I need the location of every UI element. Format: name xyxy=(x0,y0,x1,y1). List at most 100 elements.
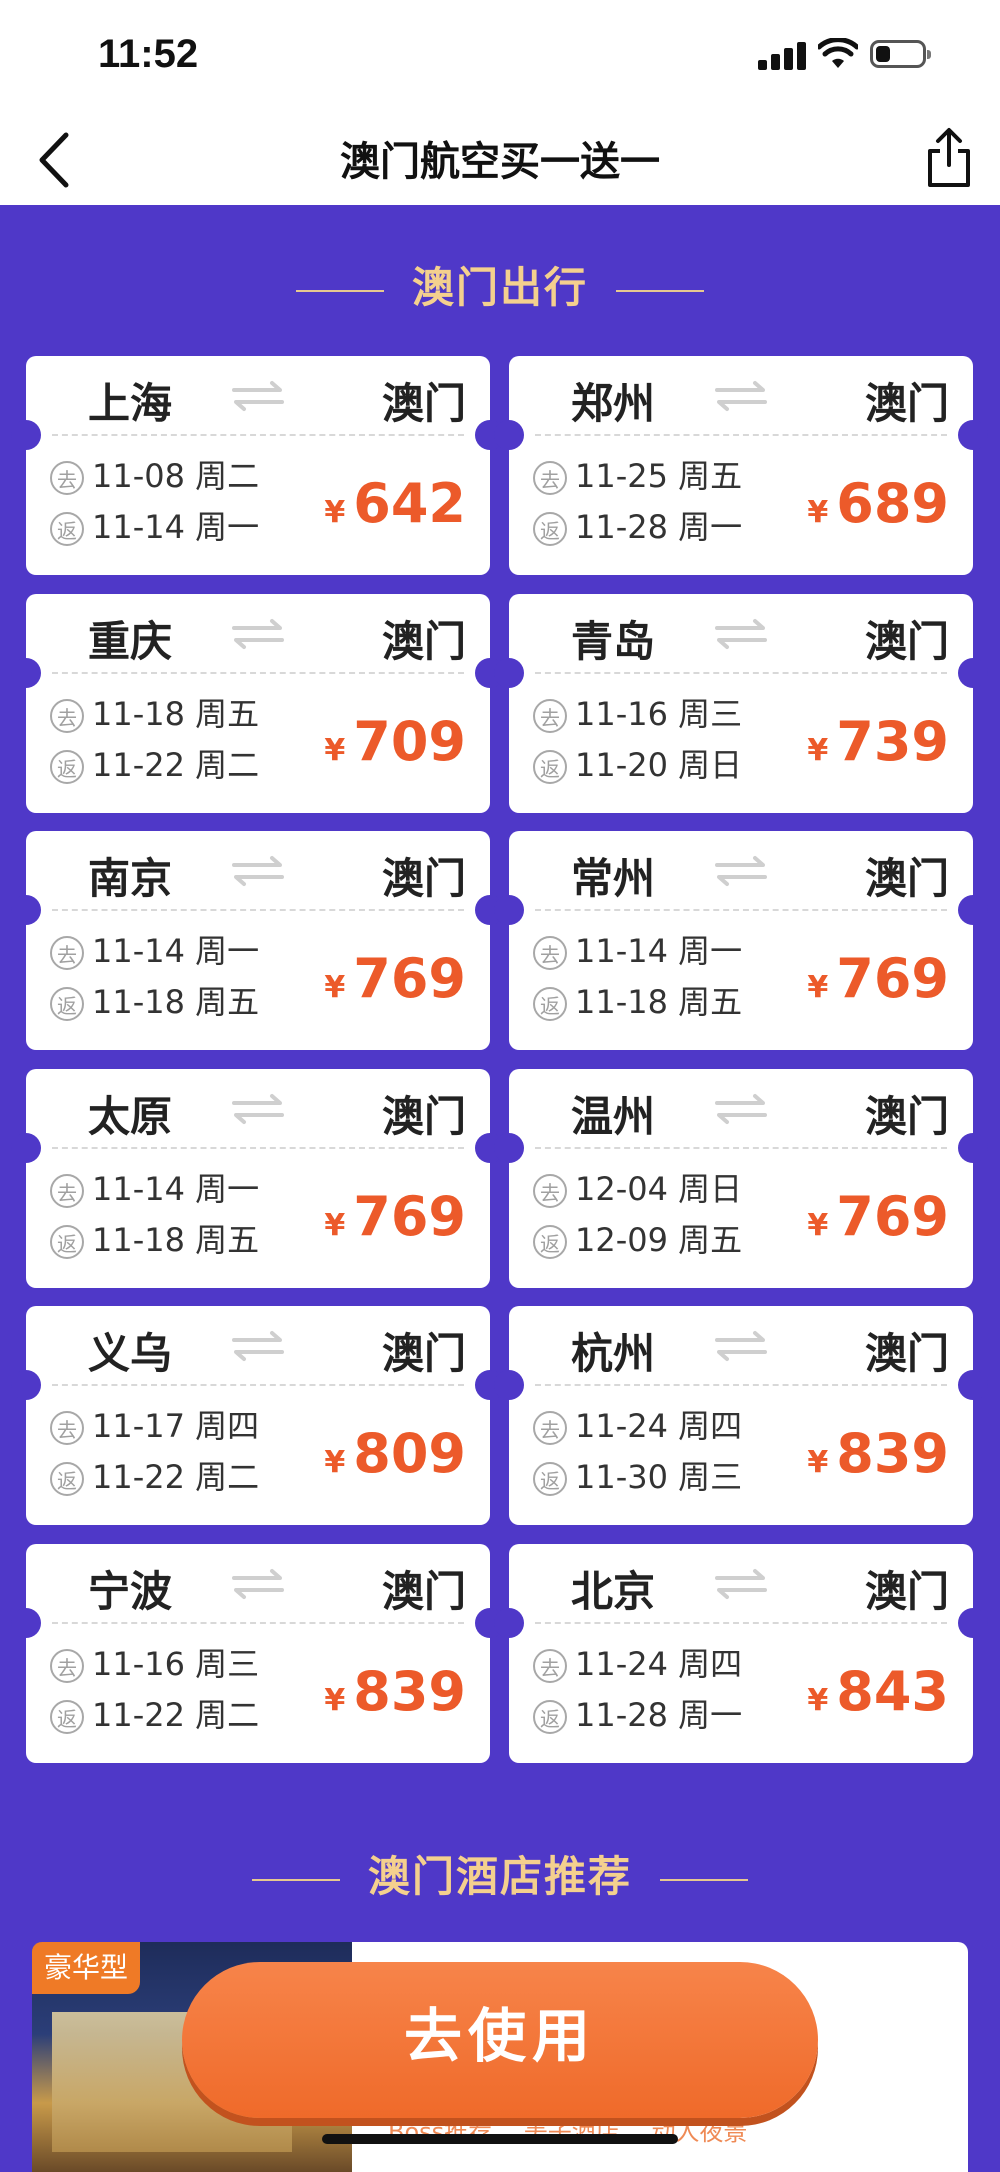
ticket-divider xyxy=(535,1147,947,1149)
ticket-notch xyxy=(11,658,41,688)
price-value: 843 xyxy=(836,1660,949,1723)
home-indicator xyxy=(322,2134,678,2144)
flight-card[interactable]: 南京 澳门去 11-14 周一返 11-18 周五 ¥769 xyxy=(11,831,505,1050)
return-tag: 返 xyxy=(533,512,567,546)
flight-card[interactable]: 北京 澳门去 11-24 周四返 11-28 周一 ¥843 xyxy=(494,1544,988,1763)
return-date: 11-22 周二 xyxy=(92,1696,260,1734)
departure-row: 去 12-04 周日 xyxy=(533,1169,742,1209)
ticket-divider xyxy=(535,672,947,674)
ticket-notch xyxy=(11,420,41,450)
currency-symbol: ¥ xyxy=(324,733,346,768)
departure-date: 11-24 周四 xyxy=(575,1407,743,1445)
price-value: 769 xyxy=(353,1185,466,1248)
swap-arrows-icon xyxy=(230,853,286,889)
currency-symbol: ¥ xyxy=(324,495,346,530)
departure-row: 去 11-18 周五 xyxy=(50,694,259,734)
flight-card[interactable]: 青岛 澳门去 11-16 周三返 11-20 周日 ¥739 xyxy=(494,594,988,813)
return-tag: 返 xyxy=(533,1700,567,1734)
currency-symbol: ¥ xyxy=(324,970,346,1005)
swap-arrows-icon xyxy=(713,616,769,652)
price-value: 769 xyxy=(353,947,466,1010)
go-tag: 去 xyxy=(533,699,567,733)
go-tag: 去 xyxy=(50,1649,84,1683)
section-title-text: 澳门酒店推荐 xyxy=(367,1852,632,1901)
return-row: 返 11-22 周二 xyxy=(50,1695,259,1735)
origin-city: 上海 xyxy=(88,379,173,428)
section-title-text: 澳门出行 xyxy=(411,263,588,312)
currency-symbol: ¥ xyxy=(807,733,829,768)
price: ¥709 xyxy=(324,710,466,783)
status-time: 11:52 xyxy=(98,32,199,76)
ticket-divider xyxy=(52,1147,464,1149)
origin-city: 杭州 xyxy=(571,1329,656,1378)
flight-card[interactable]: 温州 澳门去 12-04 周日返 12-09 周五 ¥769 xyxy=(494,1069,988,1288)
flight-card[interactable]: 杭州 澳门去 11-24 周四返 11-30 周三 ¥839 xyxy=(494,1306,988,1525)
ticket-divider xyxy=(535,1384,947,1386)
destination-city: 澳门 xyxy=(381,1329,466,1378)
price-value: 739 xyxy=(836,710,949,773)
swap-arrows-icon xyxy=(230,378,286,414)
flight-card[interactable]: 常州 澳门去 11-14 周一返 11-18 周五 ¥769 xyxy=(494,831,988,1050)
ticket-divider xyxy=(52,672,464,674)
currency-symbol: ¥ xyxy=(807,1683,829,1718)
return-tag: 返 xyxy=(50,1225,84,1259)
ticket-notch xyxy=(494,1608,524,1638)
flight-card[interactable]: 郑州 澳门去 11-25 周五返 11-28 周一 ¥689 xyxy=(494,356,988,575)
departure-date: 12-04 周日 xyxy=(575,1170,743,1208)
price: ¥769 xyxy=(807,947,949,1020)
ticket-divider xyxy=(535,434,947,436)
title-line-left xyxy=(295,290,384,292)
price-value: 642 xyxy=(353,472,466,535)
currency-symbol: ¥ xyxy=(807,1445,829,1480)
ticket-divider xyxy=(52,1622,464,1624)
swap-arrows-icon xyxy=(713,378,769,414)
flight-card[interactable]: 重庆 澳门去 11-18 周五返 11-22 周二 ¥709 xyxy=(11,594,505,813)
return-row: 返 11-18 周五 xyxy=(50,1220,259,1260)
destination-city: 澳门 xyxy=(381,1092,466,1141)
use-now-button[interactable]: 去使用 xyxy=(182,1962,818,2118)
ticket-notch xyxy=(958,658,988,688)
return-date: 11-20 周日 xyxy=(575,746,743,784)
origin-city: 太原 xyxy=(88,1092,173,1141)
go-tag: 去 xyxy=(533,936,567,970)
return-date: 11-18 周五 xyxy=(92,983,260,1021)
price-value: 839 xyxy=(836,1422,949,1485)
share-icon[interactable] xyxy=(922,125,976,191)
flight-card[interactable]: 太原 澳门去 11-14 周一返 11-18 周五 ¥769 xyxy=(11,1069,505,1288)
swap-arrows-icon xyxy=(713,1091,769,1127)
departure-row: 去 11-14 周一 xyxy=(533,931,742,971)
destination-city: 澳门 xyxy=(381,854,466,903)
origin-city: 宁波 xyxy=(88,1567,173,1616)
departure-date: 11-16 周三 xyxy=(92,1645,260,1683)
destination-city: 澳门 xyxy=(864,1092,949,1141)
return-row: 返 11-20 周日 xyxy=(533,745,742,785)
price: ¥839 xyxy=(807,1422,949,1495)
ticket-notch xyxy=(494,420,524,450)
return-row: 返 11-22 周二 xyxy=(50,1457,259,1497)
return-row: 返 12-09 周五 xyxy=(533,1220,742,1260)
return-row: 返 11-22 周二 xyxy=(50,745,259,785)
departure-date: 11-18 周五 xyxy=(92,695,260,733)
currency-symbol: ¥ xyxy=(324,1683,346,1718)
return-tag: 返 xyxy=(50,1462,84,1496)
go-tag: 去 xyxy=(50,461,84,495)
section-title-travel: 澳门出行 xyxy=(0,254,1000,315)
currency-symbol: ¥ xyxy=(807,495,829,530)
ticket-notch xyxy=(494,658,524,688)
departure-row: 去 11-24 周四 xyxy=(533,1406,742,1446)
return-date: 11-18 周五 xyxy=(92,1221,260,1259)
ticket-divider xyxy=(52,434,464,436)
return-tag: 返 xyxy=(533,750,567,784)
origin-city: 重庆 xyxy=(88,617,173,666)
return-row: 返 11-28 周一 xyxy=(533,1695,742,1735)
ticket-divider xyxy=(535,1622,947,1624)
go-tag: 去 xyxy=(533,1411,567,1445)
go-tag: 去 xyxy=(50,1411,84,1445)
wifi-icon xyxy=(818,38,858,68)
flight-card[interactable]: 宁波 澳门去 11-16 周三返 11-22 周二 ¥839 xyxy=(11,1544,505,1763)
flight-card[interactable]: 上海 澳门去 11-08 周二返 11-14 周一 ¥642 xyxy=(11,356,505,575)
departure-row: 去 11-16 周三 xyxy=(50,1644,259,1684)
ticket-notch xyxy=(11,1608,41,1638)
destination-city: 澳门 xyxy=(381,379,466,428)
flight-card[interactable]: 义乌 澳门去 11-17 周四返 11-22 周二 ¥809 xyxy=(11,1306,505,1525)
